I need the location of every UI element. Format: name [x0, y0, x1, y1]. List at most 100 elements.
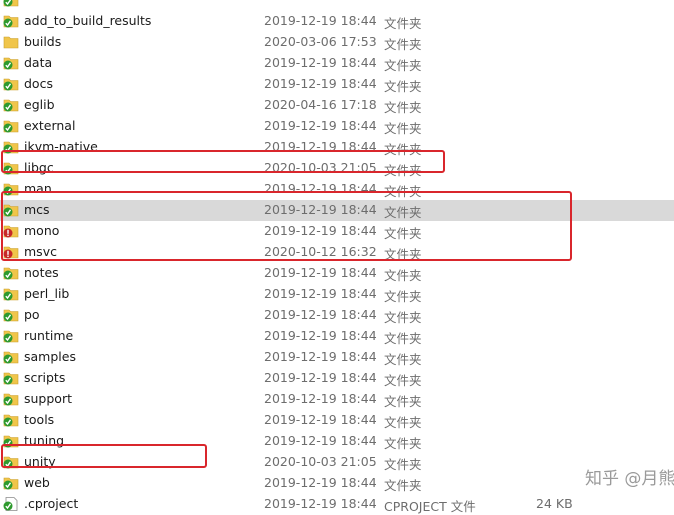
file-type: 文件夹: [384, 37, 422, 52]
file-date-modified: 2019-12-19 18:44: [264, 328, 377, 343]
file-date-modified: 2019-12-19 18:44: [264, 118, 377, 133]
file-name: eglib: [24, 97, 55, 112]
file-date-modified: 2019-12-19 18:44: [264, 349, 377, 364]
file-type: 文件夹: [384, 142, 422, 157]
file-type: 文件夹: [384, 436, 422, 451]
file-name: docs: [24, 76, 53, 91]
file-row[interactable]: add_to_build_results 2019-12-19 18:44 文件夹: [0, 11, 674, 32]
file-date-modified: 2019-12-19 18:44: [264, 76, 377, 91]
file-date-modified: 2020-03-06 17:53: [264, 34, 377, 49]
file-name: add_to_build_results: [24, 13, 152, 28]
folder-icon: [3, 308, 19, 322]
file-name: po: [24, 307, 40, 322]
file-name: notes: [24, 265, 59, 280]
file-row[interactable]: unity 2020-10-03 21:05 文件夹: [0, 452, 674, 473]
file-type: 文件夹: [384, 310, 422, 325]
folder-icon: [3, 350, 19, 364]
file-row[interactable]: mono 2019-12-19 18:44 文件夹: [0, 221, 674, 242]
file-type: 文件夹: [384, 352, 422, 367]
folder-icon: [3, 434, 19, 448]
file-name: man: [24, 181, 52, 196]
file-row[interactable]: data 2019-12-19 18:44 文件夹: [0, 53, 674, 74]
file-row[interactable]: eglib 2020-04-16 17:18 文件夹: [0, 95, 674, 116]
file-row[interactable]: builds 2020-03-06 17:53 文件夹: [0, 32, 674, 53]
folder-icon: [3, 140, 19, 154]
file-type: 文件夹: [384, 163, 422, 178]
folder-icon: [3, 0, 19, 7]
file-name: mono: [24, 223, 60, 238]
file-type: 文件夹: [384, 16, 422, 31]
file-row[interactable]: man 2019-12-19 18:44 文件夹: [0, 179, 674, 200]
file-date-modified: 2019-12-19 18:44: [264, 202, 377, 217]
file-type: 文件夹: [384, 289, 422, 304]
file-name: mcs: [24, 202, 50, 217]
file-type: 文件夹: [384, 100, 422, 115]
file-date-modified: 2019-12-19 18:44: [264, 286, 377, 301]
file-name: runtime: [24, 328, 74, 343]
folder-icon: [3, 266, 19, 280]
file-name: tuning: [24, 433, 65, 448]
folder-icon: [3, 245, 19, 259]
file-row[interactable]: scripts 2019-12-19 18:44 文件夹: [0, 368, 674, 389]
folder-icon: [3, 203, 19, 217]
file-row[interactable]: [0, 0, 674, 11]
file-row[interactable]: web 2019-12-19 18:44 文件夹: [0, 473, 674, 494]
file-row[interactable]: po 2019-12-19 18:44 文件夹: [0, 305, 674, 326]
file-type: 文件夹: [384, 268, 422, 283]
file-row[interactable]: libgc 2020-10-03 21:05 文件夹: [0, 158, 674, 179]
file-type: 文件夹: [384, 184, 422, 199]
file-row[interactable]: msvc 2020-10-12 16:32 文件夹: [0, 242, 674, 263]
folder-icon: [3, 119, 19, 133]
folder-icon: [3, 182, 19, 196]
file-type: CPROJECT 文件: [384, 499, 476, 514]
file-name: samples: [24, 349, 76, 364]
file-row[interactable]: samples 2019-12-19 18:44 文件夹: [0, 347, 674, 368]
file-row[interactable]: external 2019-12-19 18:44 文件夹: [0, 116, 674, 137]
folder-icon: [3, 161, 19, 175]
folder-icon: [3, 287, 19, 301]
folder-icon: [3, 77, 19, 91]
file-row[interactable]: ikvm-native 2019-12-19 18:44 文件夹: [0, 137, 674, 158]
file-type: 文件夹: [384, 373, 422, 388]
file-date-modified: 2019-12-19 18:44: [264, 139, 377, 154]
file-date-modified: 2019-12-19 18:44: [264, 391, 377, 406]
folder-icon: [3, 476, 19, 490]
file-name: builds: [24, 34, 62, 49]
file-icon: [3, 497, 19, 511]
file-date-modified: 2019-12-19 18:44: [264, 223, 377, 238]
folder-icon: [3, 14, 19, 28]
file-date-modified: 2019-12-19 18:44: [264, 181, 377, 196]
file-name: msvc: [24, 244, 57, 259]
file-name: libgc: [24, 160, 54, 175]
file-row[interactable]: tools 2019-12-19 18:44 文件夹: [0, 410, 674, 431]
folder-icon: [3, 392, 19, 406]
folder-icon: [3, 56, 19, 70]
file-date-modified: 2019-12-19 18:44: [264, 412, 377, 427]
file-row[interactable]: perl_lib 2019-12-19 18:44 文件夹: [0, 284, 674, 305]
folder-icon: [3, 98, 19, 112]
file-row[interactable]: .cproject 2019-12-19 18:44 CPROJECT 文件 24 K…: [0, 494, 674, 515]
file-row[interactable]: notes 2019-12-19 18:44 文件夹: [0, 263, 674, 284]
file-row[interactable]: support 2019-12-19 18:44 文件夹: [0, 389, 674, 410]
file-name: web: [24, 475, 50, 490]
folder-icon: [3, 35, 19, 49]
file-row[interactable]: docs 2019-12-19 18:44 文件夹: [0, 74, 674, 95]
file-type: 文件夹: [384, 331, 422, 346]
file-date-modified: 2019-12-19 18:44: [264, 55, 377, 70]
file-type: 文件夹: [384, 226, 422, 241]
file-date-modified: 2020-10-12 16:32: [264, 244, 377, 259]
file-name: data: [24, 55, 53, 70]
file-type: 文件夹: [384, 79, 422, 94]
folder-icon: [3, 455, 19, 469]
file-date-modified: 2020-04-16 17:18: [264, 97, 377, 112]
file-type: 文件夹: [384, 478, 422, 493]
file-row[interactable]: tuning 2019-12-19 18:44 文件夹: [0, 431, 674, 452]
file-row[interactable]: runtime 2019-12-19 18:44 文件夹: [0, 326, 674, 347]
file-date-modified: 2019-12-19 18:44: [264, 307, 377, 322]
file-date-modified: 2019-12-19 18:44: [264, 433, 377, 448]
file-row[interactable]: mcs 2019-12-19 18:44 文件夹: [0, 200, 674, 221]
file-name: perl_lib: [24, 286, 70, 301]
file-type: 文件夹: [384, 394, 422, 409]
file-type: 文件夹: [384, 457, 422, 472]
folder-icon: [3, 224, 19, 238]
